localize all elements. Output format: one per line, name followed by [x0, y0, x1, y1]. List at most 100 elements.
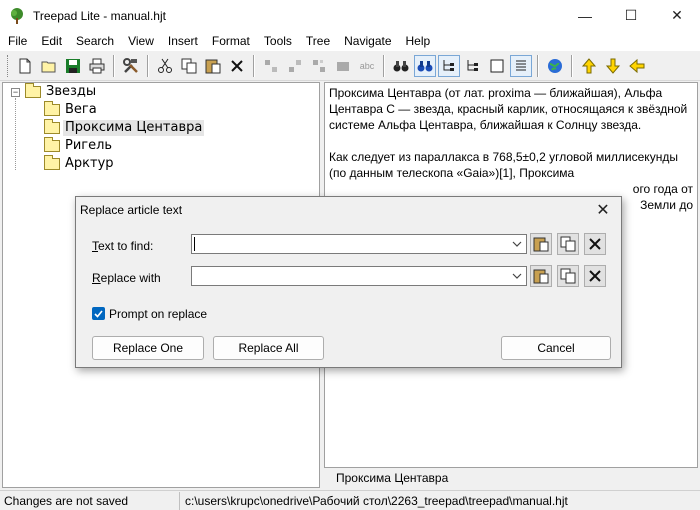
article-paragraph-2: Как следует из параллакса в 768,5±0,2 уг… — [329, 150, 678, 180]
toolbar-separator — [113, 54, 115, 77]
tree-view-2-icon[interactable] — [462, 55, 484, 77]
open-folder-icon[interactable] — [38, 55, 60, 77]
prompt-label[interactable]: Prompt on replace — [109, 307, 207, 321]
replace-label: Replace with — [92, 271, 161, 285]
replace-combobox[interactable] — [191, 266, 527, 286]
article-paragraph-2-tail-1: ого года от — [632, 182, 693, 196]
find-combobox[interactable] — [191, 234, 527, 254]
close-window-button[interactable]: ✕ — [654, 0, 700, 31]
replace-copy-button[interactable] — [557, 265, 579, 287]
spellcheck-icon[interactable]: abc — [356, 55, 378, 77]
replace-one-button[interactable]: Replace One — [92, 336, 204, 360]
text-caret — [194, 237, 195, 251]
menu-bar: File Edit Search View Insert Format Tool… — [0, 31, 700, 51]
save-status: Changes are not saved — [0, 491, 180, 510]
tree-node-label: Вега — [65, 102, 97, 117]
cancel-button[interactable]: Cancel — [501, 336, 611, 360]
menu-tools[interactable]: Tools — [257, 31, 299, 51]
folder-icon — [44, 119, 60, 134]
toolbar-separator — [383, 54, 385, 77]
insert-node-icon[interactable] — [260, 55, 282, 77]
replace-dialog: Replace article text ✕ Text to find: Rep… — [75, 196, 622, 368]
replace-icon[interactable] — [414, 54, 436, 77]
menu-navigate[interactable]: Navigate — [337, 31, 398, 51]
file-path: c:\users\krupc\onedrive\Рабочий стол\226… — [185, 493, 568, 508]
tree-node-proxima[interactable]: Проксима Центавра — [44, 119, 205, 137]
replace-clear-button[interactable] — [584, 265, 606, 287]
folder-icon — [44, 137, 60, 152]
paste-icon — [533, 237, 549, 252]
tree-node-rigel[interactable]: Ригель — [44, 137, 114, 155]
copy-icon[interactable] — [178, 55, 200, 77]
toolbar-grip[interactable] — [7, 54, 10, 77]
prompt-checkbox[interactable] — [92, 307, 105, 320]
folder-icon — [44, 101, 60, 116]
arrow-down-icon[interactable] — [602, 55, 624, 77]
text-view-icon[interactable] — [510, 54, 532, 77]
tree-node-label: Звезды — [46, 84, 97, 99]
toolbar-separator — [537, 54, 539, 77]
menu-tree[interactable]: Tree — [299, 31, 337, 51]
checkmark-icon — [94, 310, 103, 318]
print-icon[interactable] — [86, 55, 108, 77]
folder-icon — [44, 155, 60, 170]
delete-icon — [589, 270, 601, 282]
replace-input[interactable] — [192, 267, 492, 285]
replace-all-button[interactable]: Replace All — [213, 336, 324, 360]
move-node-icon[interactable] — [308, 55, 330, 77]
paste-icon — [533, 269, 549, 284]
menu-format[interactable]: Format — [205, 31, 257, 51]
tree-view-icon[interactable] — [438, 54, 460, 77]
blank-icon[interactable] — [486, 55, 508, 77]
menu-insert[interactable]: Insert — [161, 31, 205, 51]
find-paste-button[interactable] — [530, 233, 552, 255]
toolbar-separator — [253, 54, 255, 77]
new-file-icon[interactable] — [14, 55, 36, 77]
globe-icon[interactable] — [544, 55, 566, 77]
find-icon[interactable] — [390, 55, 412, 77]
tools-icon[interactable] — [120, 55, 142, 77]
article-caption: Проксима Центавра — [336, 471, 449, 485]
tree-node-arcturus[interactable]: Арктур — [44, 155, 116, 173]
toolbar-separator — [571, 54, 573, 77]
app-tree-icon — [9, 7, 25, 24]
dialog-close-button[interactable]: ✕ — [593, 201, 613, 221]
cut-icon[interactable] — [154, 55, 176, 77]
find-clear-button[interactable] — [584, 233, 606, 255]
delete-icon[interactable] — [226, 55, 248, 77]
folder-icon — [25, 83, 41, 98]
dialog-title: Replace article text — [80, 203, 183, 217]
chevron-down-icon[interactable] — [511, 238, 523, 250]
menu-edit[interactable]: Edit — [34, 31, 69, 51]
article-paragraph-1: Проксима Центавра (от лат. proxima — бли… — [329, 86, 688, 132]
toolbar: abc — [0, 51, 700, 81]
tree-node-root[interactable]: Звезды — [25, 83, 98, 101]
find-input[interactable] — [192, 235, 492, 253]
minimize-button[interactable]: — — [562, 0, 608, 31]
toolbar-separator — [147, 54, 149, 77]
add-child-icon[interactable] — [284, 55, 306, 77]
tree-node-label: Арктур — [65, 156, 114, 171]
menu-help[interactable]: Help — [399, 31, 438, 51]
tree-node-vega[interactable]: Вега — [44, 101, 99, 119]
collapse-toggle[interactable]: − — [11, 88, 20, 97]
copy-icon — [560, 268, 576, 284]
status-bar: Changes are not saved c:\users\krupc\one… — [0, 490, 700, 510]
find-copy-button[interactable] — [557, 233, 579, 255]
tree-node-label: Проксима Центавра — [63, 120, 205, 136]
maximize-button[interactable]: ☐ — [608, 0, 654, 31]
node-icon[interactable] — [332, 55, 354, 77]
tree-node-label: Ригель — [65, 138, 113, 153]
chevron-down-icon[interactable] — [511, 270, 523, 282]
tree-connector-line — [15, 98, 16, 170]
title-bar: Treepad Lite - manual.hjt — ☐ ✕ — [0, 0, 700, 31]
menu-file[interactable]: File — [1, 31, 34, 51]
arrow-left-icon[interactable] — [626, 55, 648, 77]
replace-paste-button[interactable] — [530, 265, 552, 287]
menu-search[interactable]: Search — [69, 31, 121, 51]
save-icon[interactable] — [62, 55, 84, 77]
arrow-up-icon[interactable] — [578, 55, 600, 77]
window-title: Treepad Lite - manual.hjt — [33, 8, 166, 23]
menu-view[interactable]: View — [121, 31, 161, 51]
paste-icon[interactable] — [202, 55, 224, 77]
